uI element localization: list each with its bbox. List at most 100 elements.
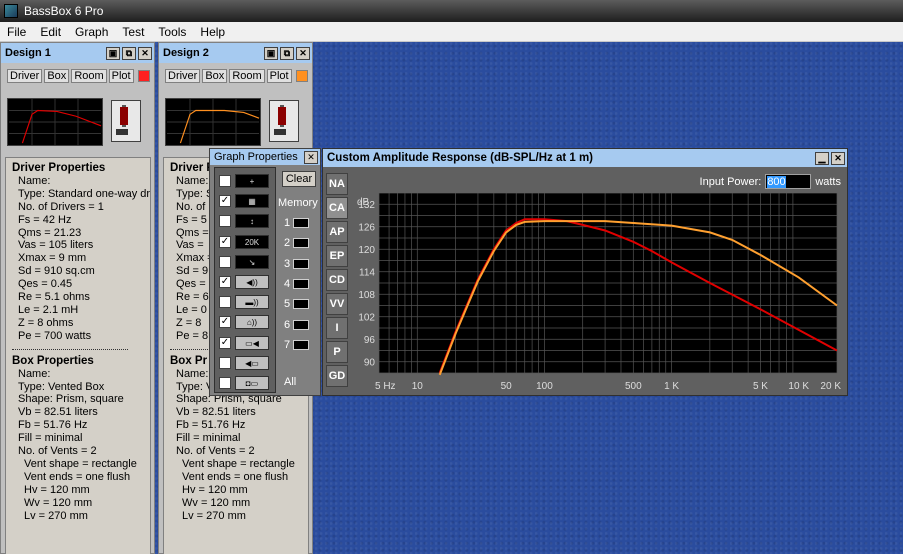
close-icon[interactable]: ✕ [831, 151, 845, 165]
option-checkbox[interactable]: ✓ [219, 195, 231, 208]
graph-option-icon[interactable]: ◘▭ [235, 376, 269, 390]
option-checkbox[interactable]: ✓ [219, 215, 231, 228]
option-checkbox[interactable]: ✓ [219, 276, 231, 288]
graph-tab-cd[interactable]: CD [326, 269, 348, 291]
y-tick-label: 102 [358, 312, 375, 323]
tab-driver[interactable]: Driver [165, 69, 201, 83]
memory-slot-row[interactable]: 6 [284, 319, 310, 331]
memory-slot-indicator[interactable] [293, 339, 310, 350]
menu-bar: File Edit Graph Test Tools Help [0, 22, 903, 42]
memory-slot-row[interactable]: 1 [284, 217, 310, 229]
app-titlebar: BassBox 6 Pro [0, 0, 903, 22]
graph-option-icon[interactable]: ↘ [235, 254, 269, 269]
option-checkbox[interactable]: ✓ [219, 296, 231, 309]
option-checkbox[interactable]: ✓ [219, 336, 231, 349]
memory-slot-indicator[interactable] [293, 299, 310, 310]
graph-tab-na[interactable]: NA [326, 173, 348, 195]
prop-line: Shape: Prism, square [18, 393, 124, 406]
memory-slot-indicator[interactable] [293, 278, 310, 289]
amplitude-response-chart[interactable]: dB90961021081141201261325 Hz 10 50 100 500 1 … [351, 193, 845, 393]
prop-line: Qes = 0.45 [18, 278, 73, 291]
menu-test[interactable]: Test [115, 25, 151, 39]
memory-slot-indicator[interactable] [293, 319, 310, 330]
memory-slot-row[interactable]: 2 [284, 237, 310, 250]
close-icon[interactable]: ✕ [138, 46, 152, 60]
memory-slot-indicator[interactable] [293, 258, 310, 269]
graph-option-icon[interactable]: ▭◀ [235, 335, 269, 350]
tab-box[interactable]: Box [44, 69, 70, 83]
tab-plot[interactable]: Plot [266, 69, 292, 83]
tab-room[interactable]: Room [229, 69, 265, 83]
graph-tab-gd[interactable]: GD [326, 365, 348, 387]
memory-slot-number: 2 [284, 237, 291, 250]
menu-tools[interactable]: Tools [151, 25, 193, 39]
memory-slot-indicator[interactable] [293, 218, 310, 228]
graph-option-icon[interactable]: 20K [235, 234, 269, 249]
graph-option-icon[interactable]: ▬)) [235, 295, 269, 310]
graph-option-icon[interactable]: ⌂)) [235, 315, 269, 330]
graph-tab-p[interactable]: P [326, 341, 348, 363]
memory-all-label[interactable]: All [284, 376, 296, 388]
graph-option-icon[interactable]: ↕ [235, 214, 269, 229]
memory-slot-number: 5 [284, 298, 291, 311]
input-power-control: Input Power: 800 watts [700, 174, 841, 189]
graph-option-row: ✓ ⌂)) [219, 312, 273, 332]
menu-graph[interactable]: Graph [68, 25, 115, 39]
design-1-thumbnail-graph[interactable] [7, 98, 103, 146]
option-checkbox[interactable]: ✓ [219, 377, 231, 389]
memory-slot-row[interactable]: 3 [284, 258, 310, 270]
prop-line: No. of Drivers = 1 [18, 200, 104, 213]
graph-option-icon[interactable]: ◀)) [235, 275, 269, 289]
option-checkbox[interactable]: ✓ [219, 255, 231, 268]
input-power-unit: watts [815, 175, 841, 188]
box-properties-header: Box Properties [12, 354, 94, 367]
memory-slot-row[interactable]: 7 [284, 339, 310, 351]
plot-color-swatch[interactable] [137, 70, 150, 82]
prop-line: Vent ends = one flush [182, 470, 289, 483]
graph-tab-i[interactable]: I [326, 317, 348, 339]
memory-slot-row[interactable]: 5 [284, 298, 310, 311]
close-icon[interactable]: ✕ [304, 150, 318, 164]
tab-box[interactable]: Box [202, 69, 228, 83]
graph-option-icon[interactable]: + [235, 174, 269, 188]
save-icon[interactable]: ▣ [106, 46, 120, 60]
graph-tab-ep[interactable]: EP [326, 245, 348, 267]
design-2-thumbnail-graph[interactable] [165, 98, 261, 146]
tab-room[interactable]: Room [71, 69, 107, 83]
prop-line: Vent ends = one flush [24, 470, 131, 483]
x-tick-label: 10 K [788, 381, 809, 392]
graph-tab-ap[interactable]: AP [326, 221, 348, 243]
graph-tab-ca[interactable]: CA [326, 197, 348, 219]
memory-slot-indicator[interactable] [293, 238, 310, 249]
graph-option-icon[interactable]: ◀▭ [235, 355, 269, 370]
option-checkbox[interactable]: ✓ [219, 175, 231, 187]
close-icon[interactable]: ✕ [296, 46, 310, 60]
amplitude-response-window: Custom Amplitude Response (dB-SPL/Hz at … [322, 148, 848, 396]
box-icon[interactable] [111, 100, 141, 142]
clear-button[interactable]: Clear [282, 171, 316, 187]
option-checkbox[interactable]: ✓ [219, 235, 231, 248]
graph-option-icon[interactable]: ▦ [235, 194, 269, 209]
box-icon[interactable] [269, 100, 299, 142]
memory-slot-row[interactable]: 4 [284, 278, 310, 290]
design-1-tabs: Driver Box Room Plot [1, 63, 154, 83]
copy-icon[interactable]: ⧉ [122, 46, 136, 60]
prop-line: Fb = 51.76 Hz [18, 419, 88, 432]
option-checkbox[interactable]: ✓ [219, 356, 231, 369]
graph-tab-vv[interactable]: VV [326, 293, 348, 315]
minimize-icon[interactable]: ▁ [815, 151, 829, 165]
x-tick-label: 5 Hz [375, 381, 396, 392]
option-checkbox[interactable]: ✓ [219, 316, 231, 329]
tab-plot[interactable]: Plot [108, 69, 134, 83]
memory-label: Memory [278, 197, 318, 209]
prop-line: Vb = 82.51 liters [176, 406, 256, 419]
input-power-field[interactable]: 800 [765, 174, 812, 189]
save-icon[interactable]: ▣ [264, 46, 278, 60]
copy-icon[interactable]: ⧉ [280, 46, 294, 60]
menu-edit[interactable]: Edit [33, 25, 68, 39]
plot-color-swatch[interactable] [295, 70, 308, 82]
menu-help[interactable]: Help [193, 25, 232, 39]
menu-file[interactable]: File [0, 25, 33, 39]
design-1-header: Design 1 ▣ ⧉ ✕ [1, 43, 154, 63]
tab-driver[interactable]: Driver [7, 69, 43, 83]
